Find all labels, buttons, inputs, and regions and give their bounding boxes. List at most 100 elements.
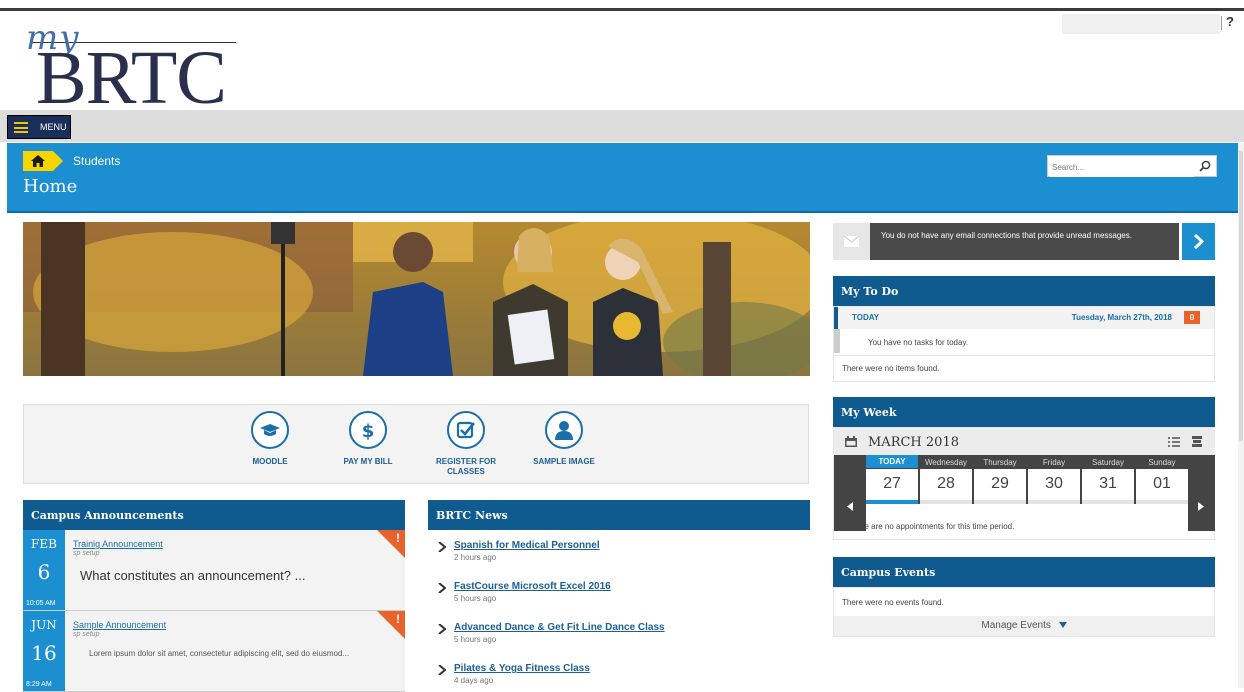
announcement-time: 8:29 AM <box>26 681 52 688</box>
quick-link-label: MOODLE <box>252 457 288 466</box>
search-icon[interactable] <box>1199 160 1211 172</box>
news-title-link[interactable]: Advanced Dance & Get Fit Line Dance Clas… <box>454 622 665 633</box>
scrollbar-thumb[interactable] <box>1239 151 1243 441</box>
news-panel: Spanish for Medical Personnel 2 hours ag… <box>428 530 810 688</box>
quick-link-sample-image[interactable]: SAMPLE IMAGE <box>524 411 604 467</box>
day-name: Wednesday <box>924 458 968 467</box>
day-name: Friday <box>1042 458 1066 467</box>
menu-label: MENU <box>40 122 67 132</box>
announcement-time: 10:05 AM <box>26 600 56 607</box>
list-view-icon[interactable] <box>1168 436 1180 447</box>
svg-text:$: $ <box>362 421 375 441</box>
day-name: Thursday <box>983 458 1017 467</box>
todo-header: My To Do <box>833 276 1215 306</box>
chevron-right-icon <box>438 624 446 634</box>
week-header: My Week <box>833 397 1215 427</box>
quick-link-pay-my-bill[interactable]: $ PAY MY BILL <box>328 411 408 467</box>
menu-bar <box>0 110 1244 142</box>
week-day[interactable]: Wednesday 28 <box>920 455 972 504</box>
todo-empty-tasks: You have no tasks for today. <box>868 338 969 347</box>
events-empty-message: There were no events found. <box>842 598 944 607</box>
announcement-title-link[interactable]: Trainig Announcement <box>73 539 163 549</box>
day-number: 31 <box>1082 469 1134 504</box>
week-day[interactable]: Sunday 01 <box>1136 455 1188 504</box>
day-number: 27 <box>866 469 918 504</box>
checkbox-icon <box>456 421 476 439</box>
chevron-right-icon <box>438 583 446 593</box>
news-title-link[interactable]: Pilates & Yoga Fitness Class <box>454 663 590 674</box>
triangle-right-icon <box>1198 502 1204 511</box>
announcement-item[interactable]: FEB 6 10:05 AM Trainig Announcement sp s… <box>23 530 405 611</box>
todo-marker <box>834 329 840 353</box>
quick-link-moodle[interactable]: MOODLE <box>230 411 310 467</box>
week-day[interactable]: Friday 30 <box>1028 455 1080 504</box>
home-icon <box>31 155 45 167</box>
announcement-month: JUN <box>31 618 57 632</box>
news-age: 5 hours ago <box>454 594 497 603</box>
announcement-day: 16 <box>31 641 57 665</box>
email-icon-box <box>833 223 870 260</box>
chevron-right-icon <box>1193 233 1205 250</box>
caret-down-icon <box>1058 622 1067 628</box>
todo-today-label: TODAY <box>852 313 880 322</box>
page-header: Students Home <box>7 143 1239 213</box>
chevron-right-icon <box>438 542 446 552</box>
todo-empty-items: There were no items found. <box>842 364 940 373</box>
week-panel: MARCH 2018 TODAY 27 Wednesday 28 Thursday 2… <box>833 427 1215 540</box>
top-border <box>0 8 1244 11</box>
help-link[interactable]: ? <box>1221 14 1234 30</box>
quick-link-label: PAY MY BILL <box>343 457 393 466</box>
alert-flag <box>377 611 405 639</box>
events-header: Campus Events <box>833 557 1215 587</box>
students-campus-photo <box>23 222 810 376</box>
week-day[interactable]: Thursday 29 <box>974 455 1026 504</box>
hero-banner-image <box>23 222 810 376</box>
news-header: BRTC News <box>428 500 810 530</box>
quick-link-label: SAMPLE IMAGE <box>533 457 595 466</box>
announcement-title-link[interactable]: Sample Announcement <box>73 620 166 630</box>
todo-today-row: TODAY Tuesday, March 27th, 2018 0 <box>834 307 1214 329</box>
week-empty-message: There are no appointments for this time … <box>848 522 1015 531</box>
alert-flag <box>377 530 405 558</box>
announcements-panel: FEB 6 10:05 AM Trainig Announcement sp s… <box>23 530 405 692</box>
hamburger-icon <box>14 122 28 133</box>
week-day-strip: TODAY 27 Wednesday 28 Thursday 29 Friday 30 … <box>834 455 1215 531</box>
announcement-date: FEB 6 10:05 AM <box>23 530 65 610</box>
agenda-view-icon[interactable] <box>1192 436 1202 447</box>
news-title-link[interactable]: Spanish for Medical Personnel <box>454 540 600 551</box>
page-scrollbar[interactable] <box>1238 143 1244 688</box>
day-number: 30 <box>1028 469 1080 504</box>
email-message: You do not have any email connections th… <box>881 231 1132 240</box>
week-day-today[interactable]: TODAY 27 <box>866 455 918 504</box>
todo-panel: TODAY Tuesday, March 27th, 2018 0 You ha… <box>833 306 1215 382</box>
announcement-date: JUN 16 8:29 AM <box>23 611 65 691</box>
search-box[interactable] <box>1047 155 1217 177</box>
todo-date: Tuesday, March 27th, 2018 <box>1071 313 1172 322</box>
news-title-link[interactable]: FastCourse Microsoft Excel 2016 <box>454 581 611 592</box>
quick-link-register-for-classes[interactable]: REGISTER FOR CLASSES <box>426 411 506 477</box>
quick-links-bar: MOODLE $ PAY MY BILL REGISTER FOR CLASSE… <box>23 404 809 484</box>
announcement-item[interactable]: JUN 16 8:29 AM Sample Announcement sp se… <box>23 611 405 692</box>
page-title: Home <box>23 176 78 197</box>
news-age: 2 hours ago <box>454 553 497 562</box>
top-utility-field[interactable] <box>1062 14 1220 34</box>
dollar-icon: $ <box>362 421 375 441</box>
announcement-author: sp setup <box>73 550 100 557</box>
quick-link-label: REGISTER FOR CLASSES <box>435 457 496 476</box>
day-name: TODAY <box>866 455 918 468</box>
announcement-body: What constitutes an announcement? ... <box>80 568 306 583</box>
news-age: 5 hours ago <box>454 635 497 644</box>
week-day[interactable]: Saturday 31 <box>1082 455 1134 504</box>
email-open-button[interactable] <box>1182 223 1215 260</box>
announcement-month: FEB <box>31 537 57 551</box>
menu-button[interactable]: MENU <box>7 115 71 139</box>
manage-events-button[interactable]: Manage Events <box>834 620 1214 631</box>
brtc-logo[interactable]: my BRTC <box>22 16 242 118</box>
graduation-cap-icon <box>260 424 280 436</box>
week-next-button[interactable] <box>1188 482 1215 531</box>
logo-brtc-text: BRTC <box>36 36 227 120</box>
search-input[interactable] <box>1050 157 1194 177</box>
chevron-right-icon <box>438 665 446 675</box>
breadcrumb-home[interactable] <box>23 151 63 171</box>
breadcrumb-students[interactable]: Students <box>73 154 120 168</box>
